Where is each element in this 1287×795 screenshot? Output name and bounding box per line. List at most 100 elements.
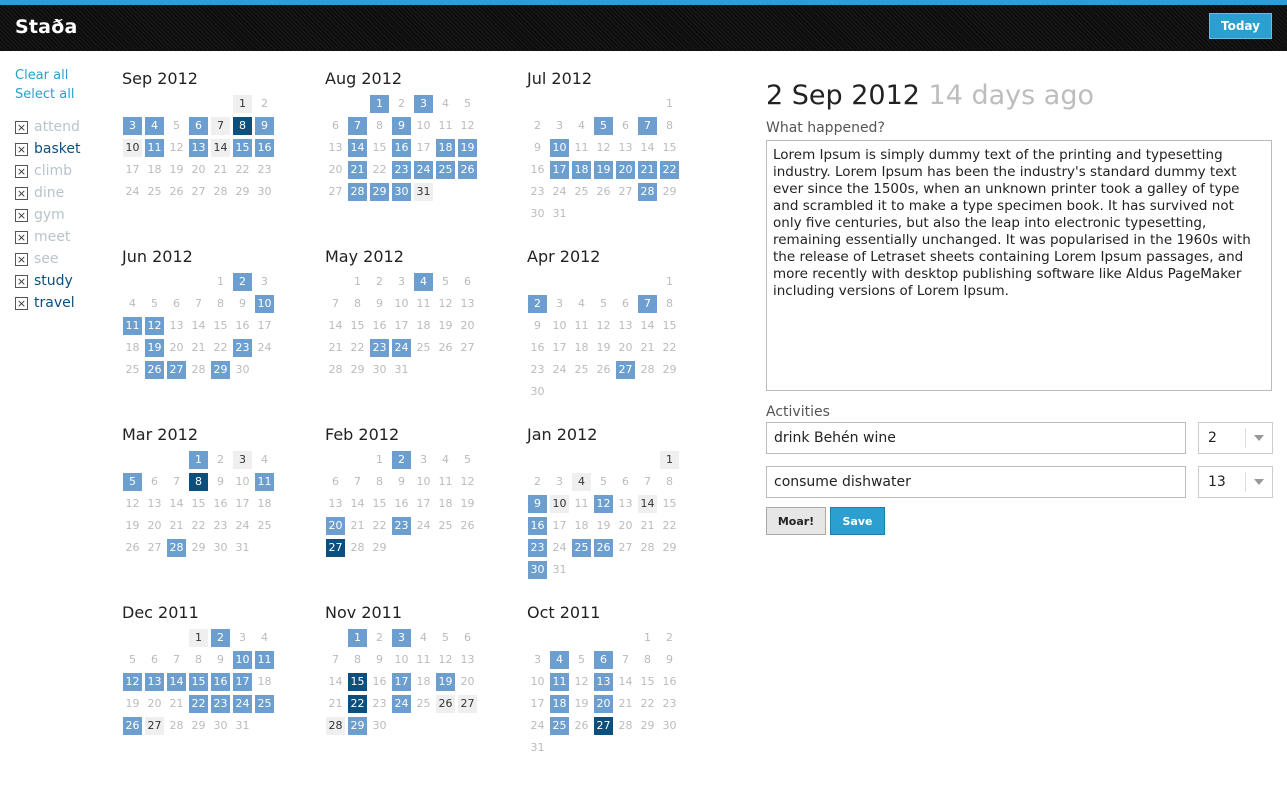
calendar-day[interactable]: 23: [392, 517, 411, 535]
calendar-day[interactable]: 12: [594, 495, 613, 513]
calendar-day[interactable]: 5: [145, 295, 164, 313]
calendar-day[interactable]: 14: [616, 673, 635, 691]
calendar-day[interactable]: 6: [458, 273, 477, 291]
calendar-day[interactable]: 16: [392, 495, 411, 513]
calendar-day[interactable]: 3: [255, 273, 274, 291]
calendar-day[interactable]: 18: [436, 495, 455, 513]
calendar-day[interactable]: 6: [616, 295, 635, 313]
calendar-day[interactable]: 17: [392, 317, 411, 335]
calendar-day[interactable]: 21: [326, 339, 345, 357]
calendar-day[interactable]: 24: [414, 517, 433, 535]
calendar-day[interactable]: 13: [594, 673, 613, 691]
calendar-day[interactable]: 25: [436, 517, 455, 535]
calendar-day[interactable]: 12: [436, 651, 455, 669]
calendar-day[interactable]: 10: [255, 295, 274, 313]
calendar-day[interactable]: 3: [550, 117, 569, 135]
calendar-day[interactable]: 27: [145, 717, 164, 735]
calendar-day[interactable]: 10: [233, 473, 252, 491]
calendar-day[interactable]: 26: [436, 339, 455, 357]
calendar-day[interactable]: 10: [414, 117, 433, 135]
calendar-day[interactable]: 17: [233, 495, 252, 513]
calendar-day[interactable]: 18: [572, 517, 591, 535]
calendar-day[interactable]: 28: [167, 539, 186, 557]
calendar-day[interactable]: 19: [167, 161, 186, 179]
calendar-day[interactable]: 15: [233, 139, 252, 157]
calendar-day[interactable]: 24: [392, 695, 411, 713]
calendar-day[interactable]: 15: [638, 673, 657, 691]
calendar-day[interactable]: 3: [392, 629, 411, 647]
calendar-day[interactable]: 23: [370, 339, 389, 357]
calendar-day[interactable]: 14: [638, 495, 657, 513]
calendar-day[interactable]: 27: [189, 183, 208, 201]
calendar-day[interactable]: 24: [414, 161, 433, 179]
calendar-day[interactable]: 16: [528, 339, 547, 357]
calendar-day[interactable]: 26: [123, 717, 142, 735]
calendar-day[interactable]: 9: [255, 117, 274, 135]
calendar-day[interactable]: 19: [594, 339, 613, 357]
calendar-day[interactable]: 18: [436, 139, 455, 157]
calendar-day[interactable]: 8: [189, 473, 208, 491]
calendar-day[interactable]: 16: [370, 317, 389, 335]
calendar-day[interactable]: 26: [123, 539, 142, 557]
calendar-day[interactable]: 17: [392, 673, 411, 691]
calendar-day[interactable]: 16: [211, 673, 230, 691]
what-happened-textarea[interactable]: Lorem Ipsum is simply dummy text of the …: [766, 140, 1272, 391]
calendar-day[interactable]: 21: [167, 517, 186, 535]
calendar-day[interactable]: 8: [638, 651, 657, 669]
moar-button[interactable]: Moar!: [766, 507, 826, 535]
calendar-day[interactable]: 12: [123, 495, 142, 513]
calendar-day[interactable]: 14: [326, 673, 345, 691]
calendar-day[interactable]: 9: [392, 473, 411, 491]
calendar-day[interactable]: 31: [233, 539, 252, 557]
calendar-day[interactable]: 17: [550, 339, 569, 357]
calendar-day[interactable]: 16: [660, 673, 679, 691]
calendar-day[interactable]: 15: [660, 139, 679, 157]
calendar-day[interactable]: 23: [528, 539, 547, 557]
calendar-day[interactable]: 29: [348, 717, 367, 735]
calendar-day[interactable]: 19: [123, 695, 142, 713]
calendar-day[interactable]: 29: [660, 361, 679, 379]
calendar-day[interactable]: 15: [348, 673, 367, 691]
calendar-day[interactable]: 14: [638, 317, 657, 335]
calendar-day[interactable]: 11: [145, 139, 164, 157]
calendar-day[interactable]: 12: [458, 117, 477, 135]
calendar-day[interactable]: 27: [616, 361, 635, 379]
calendar-day[interactable]: 16: [255, 139, 274, 157]
calendar-day[interactable]: 27: [616, 539, 635, 557]
calendar-day[interactable]: 28: [638, 361, 657, 379]
calendar-day[interactable]: 18: [255, 495, 274, 513]
calendar-day[interactable]: 2: [370, 273, 389, 291]
calendar-day[interactable]: 13: [326, 495, 345, 513]
tag-filter-climb[interactable]: × climb: [15, 160, 105, 182]
calendar-day[interactable]: 30: [211, 717, 230, 735]
calendar-day[interactable]: 5: [458, 451, 477, 469]
calendar-day[interactable]: 3: [550, 295, 569, 313]
calendar-day[interactable]: 15: [189, 673, 208, 691]
calendar-day[interactable]: 8: [233, 117, 252, 135]
calendar-day[interactable]: 6: [616, 117, 635, 135]
calendar-day[interactable]: 25: [572, 183, 591, 201]
calendar-day[interactable]: 2: [660, 629, 679, 647]
calendar-day[interactable]: 9: [211, 473, 230, 491]
calendar-day[interactable]: 26: [594, 539, 613, 557]
close-icon[interactable]: ×: [15, 186, 28, 200]
calendar-day[interactable]: 22: [189, 517, 208, 535]
calendar-day[interactable]: 21: [348, 161, 367, 179]
calendar-day[interactable]: 24: [123, 183, 142, 201]
calendar-day[interactable]: 8: [660, 295, 679, 313]
calendar-day[interactable]: 20: [326, 161, 345, 179]
calendar-day[interactable]: 7: [189, 295, 208, 313]
calendar-day[interactable]: 26: [436, 695, 455, 713]
calendar-day[interactable]: 22: [189, 695, 208, 713]
close-icon[interactable]: ×: [15, 142, 28, 156]
calendar-day[interactable]: 29: [211, 361, 230, 379]
calendar-day[interactable]: 6: [145, 473, 164, 491]
calendar-day[interactable]: 14: [167, 673, 186, 691]
calendar-day[interactable]: 9: [211, 651, 230, 669]
calendar-day[interactable]: 4: [436, 451, 455, 469]
calendar-day[interactable]: 3: [414, 95, 433, 113]
calendar-day[interactable]: 22: [348, 339, 367, 357]
calendar-day[interactable]: 10: [414, 473, 433, 491]
calendar-day[interactable]: 1: [348, 273, 367, 291]
calendar-day[interactable]: 12: [145, 317, 164, 335]
